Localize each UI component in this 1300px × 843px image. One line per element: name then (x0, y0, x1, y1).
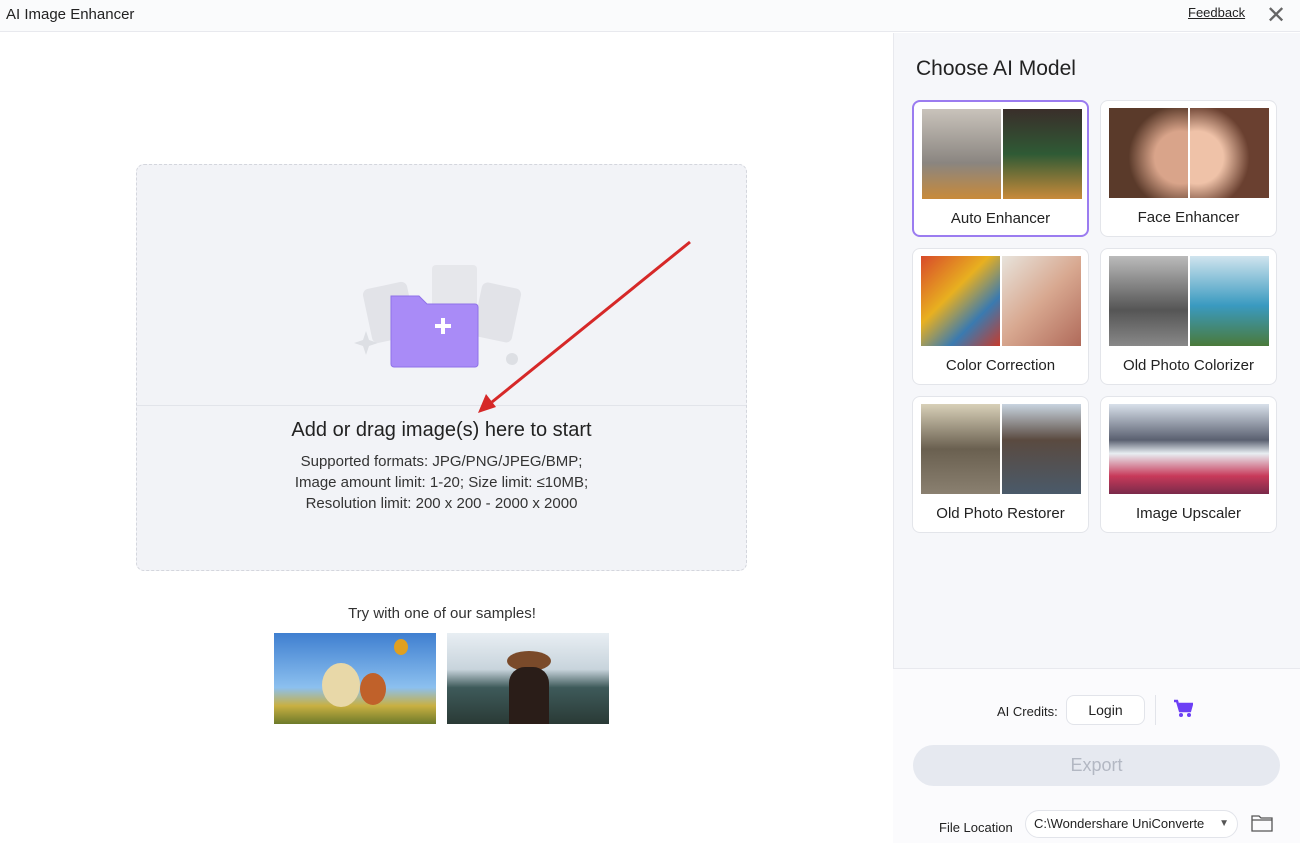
cart-icon[interactable] (1173, 699, 1193, 719)
login-button[interactable]: Login (1066, 695, 1145, 725)
close-icon[interactable]: ✕ (1266, 1, 1286, 30)
drop-title: Add or drag image(s) here to start (291, 419, 592, 441)
feedback-link[interactable]: Feedback (1188, 5, 1245, 20)
samples-label: Try with one of our samples! (348, 605, 536, 622)
limits-info: Image amount limit: 1-20; Size limit: ≤1… (294, 474, 589, 491)
add-folder-icon (354, 265, 522, 368)
file-location-value: C:\Wondershare UniConverte (1034, 816, 1205, 831)
model-label: Old Photo Colorizer (1123, 357, 1254, 374)
title-bar: AI Image Enhancer Feedback ✕ (0, 0, 1300, 32)
sample-woman-hat[interactable] (447, 633, 609, 724)
divider (1155, 695, 1156, 725)
formats-info: Supported formats: JPG/PNG/JPEG/BMP; (300, 453, 583, 470)
model-old-photo-restorer[interactable]: Old Photo Restorer (912, 396, 1089, 533)
sample-balloons[interactable] (274, 633, 436, 724)
model-image-upscaler[interactable]: Image Upscaler (1100, 396, 1277, 533)
model-label: Image Upscaler (1135, 505, 1242, 522)
ai-credits-label: AI Credits: (997, 704, 1058, 719)
file-location-select[interactable]: C:\Wondershare UniConverte ▼ (1025, 810, 1238, 838)
panel-title: Choose AI Model (916, 57, 1076, 80)
model-label: Color Correction (945, 357, 1056, 374)
folder-icon[interactable] (1251, 814, 1273, 832)
model-label: Old Photo Restorer (936, 505, 1065, 522)
model-color-correction[interactable]: Color Correction (912, 248, 1089, 385)
divider (137, 405, 746, 406)
file-location-label: File Location (939, 820, 1013, 835)
drop-zone[interactable]: Add or drag image(s) here to start Suppo… (136, 164, 747, 571)
model-face-enhancer[interactable]: Face Enhancer (1100, 100, 1277, 237)
model-label: Auto Enhancer (950, 210, 1051, 227)
model-label: Face Enhancer (1137, 209, 1240, 226)
app-title: AI Image Enhancer (6, 6, 135, 23)
model-auto-enhancer[interactable]: Auto Enhancer (912, 100, 1089, 237)
export-button[interactable]: Export (913, 745, 1280, 786)
chevron-down-icon: ▼ (1219, 818, 1229, 829)
resolution-info: Resolution limit: 200 x 200 - 2000 x 200… (305, 495, 578, 512)
model-old-photo-colorizer[interactable]: Old Photo Colorizer (1100, 248, 1277, 385)
export-panel: AI Credits: Login Export File Location C… (893, 668, 1300, 843)
